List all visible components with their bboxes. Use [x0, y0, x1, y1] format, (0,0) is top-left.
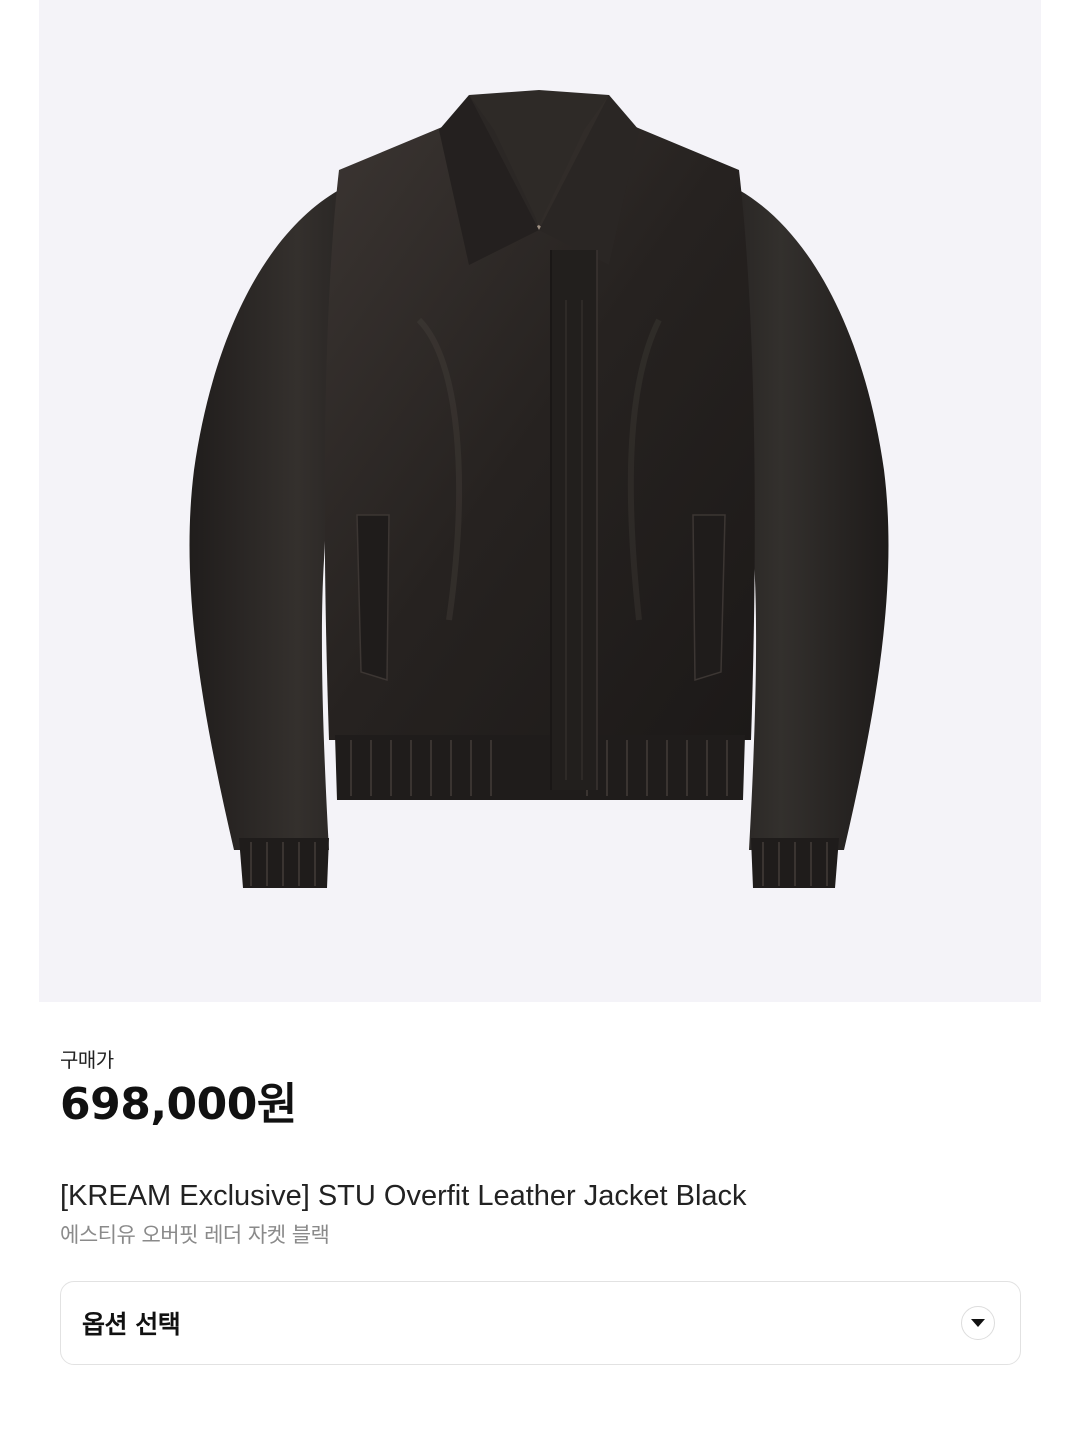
jacket-illustration	[189, 90, 889, 888]
price-value: 698,000원	[60, 1079, 297, 1130]
product-info: 구매가 698,000원 [KREAM Exclusive] STU Overf…	[60, 1045, 1020, 1250]
option-select-label: 옵션 선택	[82, 1310, 181, 1339]
chevron-down-icon[interactable]	[961, 1306, 995, 1340]
option-select-dropdown[interactable]: 옵션 선택	[60, 1281, 1021, 1365]
product-image[interactable]	[39, 0, 1041, 1002]
product-subtitle: 에스티유 오버핏 레더 자켓 블랙	[60, 1223, 330, 1247]
product-title: [KREAM Exclusive] STU Overfit Leather Ja…	[60, 1180, 747, 1212]
price-label: 구매가	[60, 1048, 114, 1072]
